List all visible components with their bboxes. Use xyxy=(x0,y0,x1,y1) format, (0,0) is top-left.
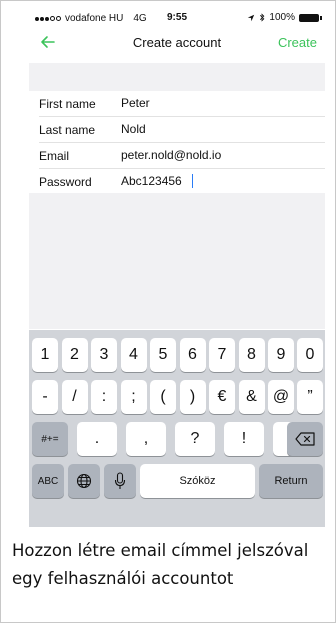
key-more-symbols[interactable]: #+= xyxy=(32,422,68,456)
key-period[interactable]: . xyxy=(77,422,117,456)
key-9[interactable]: 9 xyxy=(268,338,294,372)
task-caption: Hozzon létre email címmel jelszóval egy … xyxy=(12,541,309,588)
on-screen-keyboard: 1 2 3 4 5 6 7 8 9 0 - / : ; ( ) € & @ ” … xyxy=(29,330,325,527)
key-question[interactable]: ? xyxy=(175,422,215,456)
key-comma[interactable]: , xyxy=(126,422,166,456)
navigation-bar: Create account Create xyxy=(29,29,325,57)
key-7[interactable]: 7 xyxy=(209,338,235,372)
password-row: Password xyxy=(39,169,325,194)
key-hyphen[interactable]: - xyxy=(32,380,58,414)
key-globe[interactable] xyxy=(68,464,100,498)
status-right: 100% xyxy=(247,12,322,23)
phone-screen: vodafone HU 4G 9:55 100% Create account … xyxy=(29,7,325,527)
key-semicolon[interactable]: ; xyxy=(120,380,147,414)
last-name-row: Last name xyxy=(39,117,325,143)
section-header-spacer xyxy=(29,63,325,91)
create-account-form: First name Last name Email Password xyxy=(29,91,325,194)
key-space[interactable]: Szóköz xyxy=(140,464,255,498)
key-5[interactable]: 5 xyxy=(150,338,176,372)
bluetooth-icon xyxy=(260,13,265,22)
key-0[interactable]: 0 xyxy=(297,338,323,372)
key-2[interactable]: 2 xyxy=(61,338,88,372)
email-label: Email xyxy=(39,149,70,163)
key-close-paren[interactable]: ) xyxy=(179,380,206,414)
email-row: Email xyxy=(39,143,325,169)
form-background xyxy=(29,193,325,329)
first-name-label: First name xyxy=(39,97,96,111)
battery-percent: 100% xyxy=(269,12,295,23)
key-microphone[interactable] xyxy=(104,464,136,498)
key-backspace[interactable] xyxy=(287,422,323,456)
password-field[interactable] xyxy=(121,172,311,190)
create-button[interactable]: Create xyxy=(278,35,317,50)
key-1[interactable]: 1 xyxy=(32,338,58,372)
key-6[interactable]: 6 xyxy=(179,338,206,372)
key-slash[interactable]: / xyxy=(61,380,88,414)
key-euro[interactable]: € xyxy=(209,380,235,414)
back-button[interactable] xyxy=(37,31,59,53)
password-label: Password xyxy=(39,175,92,189)
key-3[interactable]: 3 xyxy=(91,338,117,372)
key-colon[interactable]: : xyxy=(91,380,117,414)
key-8[interactable]: 8 xyxy=(238,338,265,372)
key-4[interactable]: 4 xyxy=(120,338,147,372)
microphone-icon xyxy=(114,472,126,489)
key-ampersand[interactable]: & xyxy=(238,380,265,414)
key-at[interactable]: @ xyxy=(268,380,294,414)
globe-icon xyxy=(76,473,92,489)
last-name-label: Last name xyxy=(39,123,96,137)
last-name-field[interactable] xyxy=(121,120,311,138)
email-field[interactable] xyxy=(121,146,311,164)
key-exclamation[interactable]: ! xyxy=(224,422,264,456)
key-open-paren[interactable]: ( xyxy=(150,380,176,414)
first-name-field[interactable] xyxy=(121,94,311,112)
key-return[interactable]: Return xyxy=(259,464,323,498)
first-name-row: First name xyxy=(39,91,325,117)
status-bar: vodafone HU 4G 9:55 100% xyxy=(29,7,325,29)
screenshot-frame: vodafone HU 4G 9:55 100% Create account … xyxy=(0,0,336,623)
battery-icon xyxy=(299,13,322,22)
location-arrow-icon xyxy=(248,14,255,21)
key-abc[interactable]: ABC xyxy=(32,464,64,498)
key-quote[interactable]: ” xyxy=(297,380,323,414)
backspace-icon xyxy=(295,432,315,446)
text-cursor xyxy=(192,174,193,188)
arrow-left-icon xyxy=(41,36,55,48)
